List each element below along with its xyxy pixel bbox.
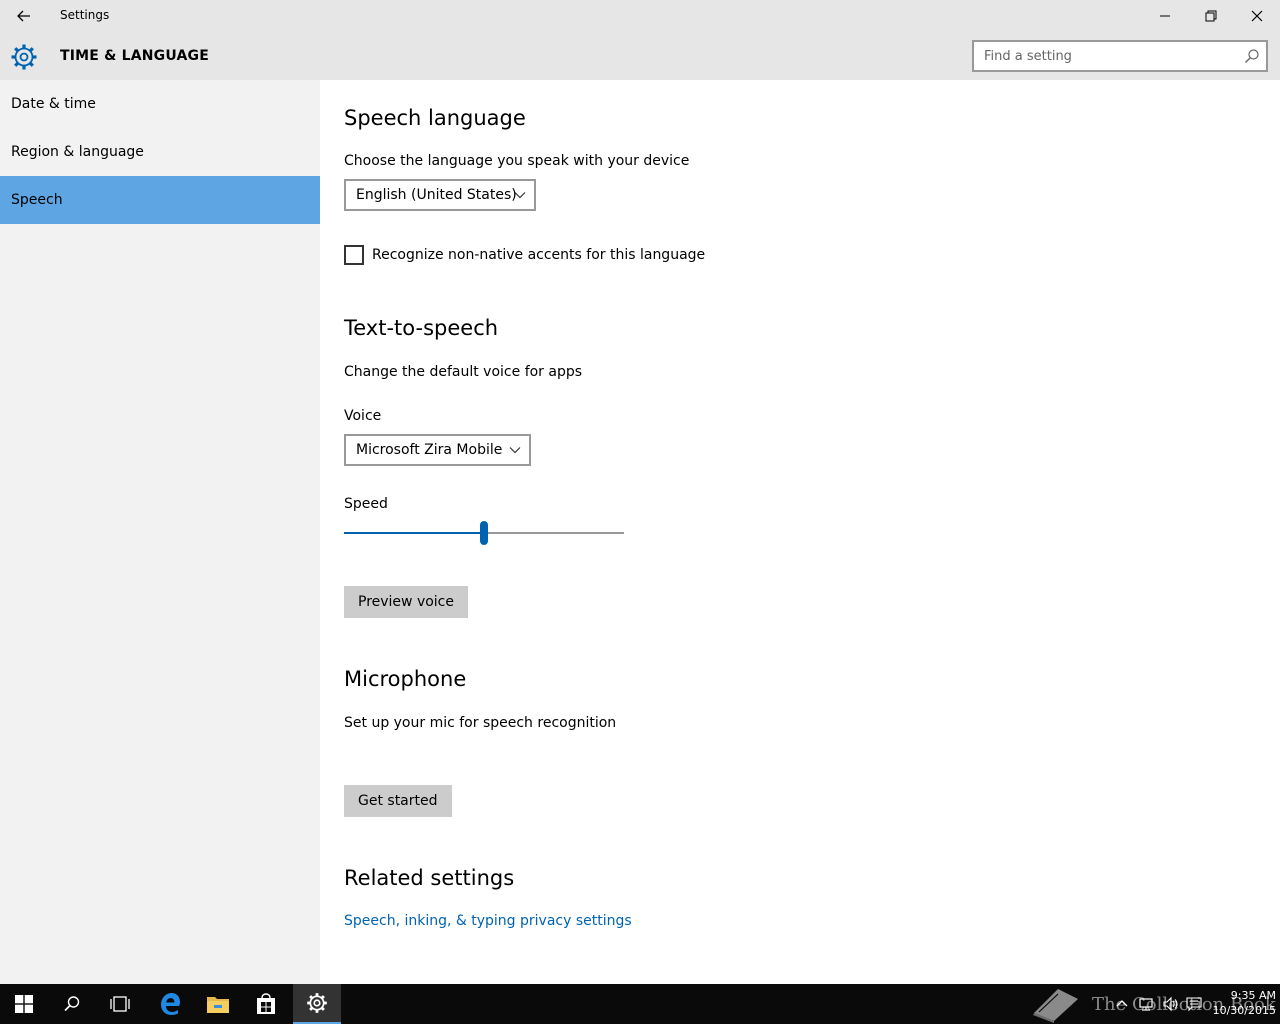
- microphone-description: Set up your mic for speech recognition: [344, 715, 617, 731]
- accents-checkbox-label: Recognize non-native accents for this la…: [372, 247, 706, 263]
- search-taskbar-button[interactable]: [48, 984, 96, 1024]
- sidebar-item-speech[interactable]: Speech: [0, 176, 320, 224]
- speed-slider[interactable]: [344, 521, 624, 545]
- speed-slider-track: [484, 532, 624, 534]
- text-to-speech-description: Change the default voice for apps: [344, 364, 583, 380]
- accents-checkbox-row[interactable]: Recognize non-native accents for this la…: [344, 245, 705, 265]
- restore-button[interactable]: [1188, 0, 1234, 32]
- gear-icon: [307, 993, 327, 1013]
- chevron-down-icon: [509, 447, 521, 454]
- speed-slider-thumb[interactable]: [480, 521, 488, 545]
- voice-dropdown[interactable]: Microsoft Zira Mobile: [344, 434, 531, 466]
- window-title: Settings: [60, 8, 110, 22]
- restore-icon: [1205, 10, 1217, 22]
- speed-label: Speed: [344, 496, 388, 512]
- title-bar: Settings: [0, 0, 1280, 32]
- back-arrow-icon: [17, 10, 30, 22]
- task-view-button[interactable]: [96, 984, 144, 1024]
- system-clock[interactable]: 9:35 AM 10/30/2015: [1206, 988, 1276, 1018]
- taskbar: The Collection Book 9:35 AM 10/30/2015: [0, 984, 1280, 1024]
- text-to-speech-heading: Text-to-speech: [344, 316, 499, 340]
- section-title: TIME & LANGUAGE: [60, 48, 210, 64]
- clock-date: 10/30/2015: [1212, 1004, 1276, 1017]
- start-button[interactable]: [0, 984, 48, 1024]
- action-center-icon[interactable]: [1186, 996, 1202, 1012]
- settings-taskbar-button[interactable]: [293, 984, 341, 1024]
- voice-label: Voice: [344, 408, 382, 424]
- language-dropdown-value: English (United States): [356, 187, 517, 203]
- voice-dropdown-value: Microsoft Zira Mobile: [356, 442, 503, 458]
- minimize-icon: [1160, 15, 1170, 17]
- folder-icon: [207, 997, 229, 1013]
- sidebar-item-date-time[interactable]: Date & time: [0, 80, 320, 128]
- speech-language-heading: Speech language: [344, 106, 526, 130]
- file-explorer-button[interactable]: [194, 984, 242, 1024]
- chevron-up-icon[interactable]: [1114, 996, 1130, 1012]
- close-icon: [1251, 10, 1263, 22]
- sidebar-item-label: Speech: [11, 192, 63, 208]
- back-button[interactable]: [8, 4, 40, 28]
- preview-voice-button[interactable]: Preview voice: [344, 586, 468, 618]
- network-icon[interactable]: [1138, 996, 1154, 1012]
- store-button[interactable]: [242, 984, 290, 1024]
- book-icon: [1033, 989, 1078, 1023]
- search-icon[interactable]: [1244, 48, 1260, 64]
- edge-browser-icon: [161, 993, 180, 1015]
- sidebar-item-region-language[interactable]: Region & language: [0, 128, 320, 176]
- store-bag-icon: [257, 993, 275, 1014]
- language-dropdown[interactable]: English (United States): [344, 179, 536, 211]
- main-content: Speech language Choose the language you …: [320, 80, 1280, 984]
- get-started-button[interactable]: Get started: [344, 785, 452, 817]
- sidebar-item-label: Date & time: [11, 96, 96, 112]
- minimize-button[interactable]: [1142, 0, 1188, 32]
- close-button[interactable]: [1234, 0, 1280, 32]
- gear-icon: [11, 44, 37, 70]
- search-input[interactable]: [974, 42, 1234, 70]
- windows-logo-icon: [15, 995, 33, 1013]
- task-view-icon: [110, 996, 130, 1012]
- related-settings-heading: Related settings: [344, 866, 515, 890]
- search-box[interactable]: [972, 40, 1268, 72]
- sidebar: Date & time Region & language Speech: [0, 80, 320, 984]
- privacy-settings-link[interactable]: Speech, inking, & typing privacy setting…: [344, 913, 632, 929]
- edge-browser-button[interactable]: [146, 984, 194, 1024]
- sidebar-item-label: Region & language: [11, 144, 144, 160]
- clock-time: 9:35 AM: [1230, 989, 1276, 1002]
- settings-header: TIME & LANGUAGE: [0, 32, 1280, 80]
- chevron-down-icon: [514, 192, 526, 199]
- accents-checkbox[interactable]: [344, 245, 364, 265]
- volume-icon[interactable]: [1162, 996, 1178, 1012]
- speech-language-description: Choose the language you speak with your …: [344, 153, 690, 169]
- search-icon: [64, 996, 80, 1012]
- microphone-heading: Microphone: [344, 667, 467, 691]
- speed-slider-fill: [344, 532, 484, 534]
